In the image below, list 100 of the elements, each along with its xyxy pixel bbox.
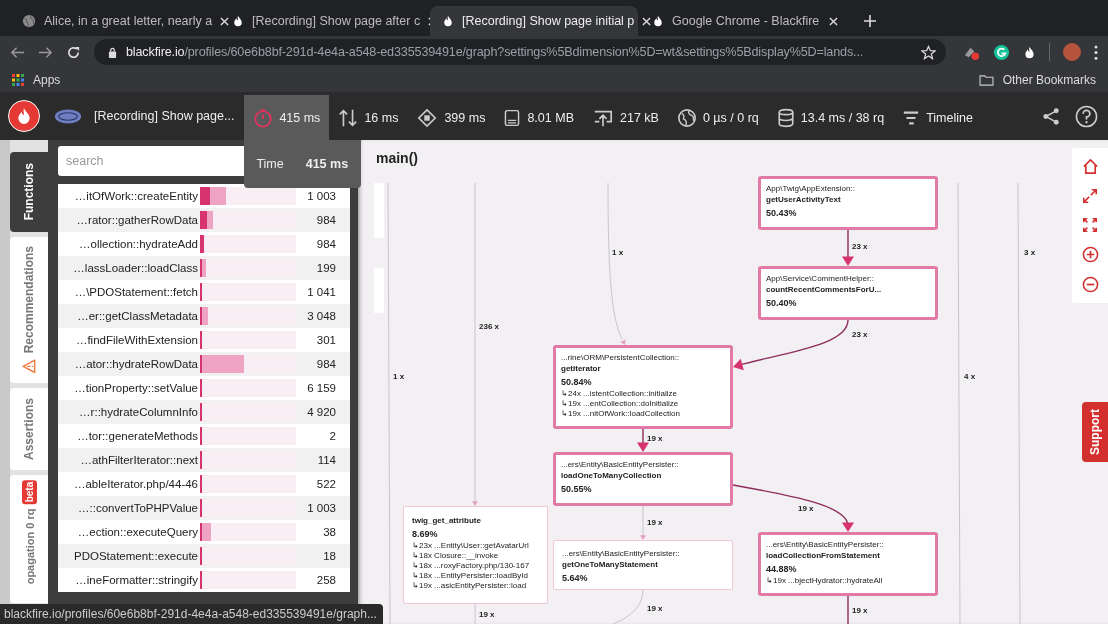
function-name: …ineFormatter::stringify	[74, 574, 199, 586]
time-percent: 50.43%	[766, 208, 798, 219]
function-row[interactable]: …ollection::hydrateAdd 984	[58, 232, 350, 256]
function-name: …athFilterIterator::next	[79, 454, 199, 466]
close-icon[interactable]	[220, 16, 230, 26]
function-name: …::convertToPHPValue	[77, 502, 199, 514]
function-row[interactable]: …r::hydrateColumnInfo 4 920	[58, 400, 350, 424]
zoom-out-icon[interactable]	[1081, 276, 1099, 293]
memory-icon	[503, 107, 522, 128]
metric-tab[interactable]: 0 µs / 0 rq	[667, 95, 768, 140]
beta-badge: beta	[21, 480, 37, 505]
call-graph-node[interactable]: ...ers\Entity\BasicEntityPersister:: getOneToManyStatement 5.64%	[553, 540, 733, 590]
function-row[interactable]: …ator::hydrateRowData 984	[58, 352, 350, 376]
metric-tab[interactable]: 8.01 MB	[494, 95, 583, 140]
call-graph-node[interactable]: twig_get_attribute 8.69% ↳23x ...Entity\User::getAvatarUrl ↳18x Closure::__invoke ↳18x ...roxyFactory.php/130-167 ↳18x ...EntityPersister::loadById ↳19x ...asicEntityPersister::load	[403, 506, 548, 604]
browser-tab[interactable]: [Recording] Show page after c	[220, 6, 428, 36]
function-row[interactable]: …lassLoader::loadClass 199	[58, 256, 350, 280]
plus-icon[interactable]	[864, 15, 876, 27]
function-name: twig_get_attribute	[412, 516, 482, 526]
zoom-in-icon[interactable]	[1081, 246, 1099, 263]
other-bookmarks[interactable]: Other Bookmarks	[978, 73, 1096, 87]
star-icon[interactable]	[921, 44, 936, 60]
function-name: loadOneToManyCollection	[561, 471, 663, 481]
metric-tab[interactable]: 13.4 ms / 38 rq	[767, 95, 894, 140]
call-count-label: 19 x	[479, 610, 495, 620]
function-name: …lassLoader::loadClass	[72, 262, 199, 274]
callee-line: ↳24x ...istentCollection::initialize	[561, 389, 678, 399]
function-row[interactable]: …ineFormatter::stringify 258	[58, 568, 350, 592]
call-count: 6 159	[306, 382, 337, 394]
function-row[interactable]: …findFileWithExtension 301	[58, 328, 350, 352]
function-row[interactable]: …tionProperty::setValue 6 159	[58, 376, 350, 400]
function-row[interactable]: …rator::gatherRowData 984	[58, 208, 350, 232]
menu-icon[interactable]	[1094, 44, 1098, 60]
call-edge	[842, 229, 854, 266]
call-count: 199	[315, 262, 337, 274]
side-tab[interactable]: Assertions	[10, 388, 48, 470]
function-row[interactable]: …ection::executeQuery 38	[58, 520, 350, 544]
metric-tab[interactable]: 16 ms	[329, 95, 408, 140]
call-count-label: 19 x	[647, 518, 663, 528]
metric-tab[interactable]: 399 ms	[407, 95, 495, 140]
extension-icon[interactable]	[993, 43, 1010, 61]
help-icon[interactable]	[1075, 104, 1098, 128]
function-row[interactable]: …athFilterIterator::next 114	[58, 448, 350, 472]
close-icon[interactable]	[829, 16, 838, 26]
support-button[interactable]: Support	[1082, 402, 1108, 462]
function-row[interactable]: …ableIterator.php/44-46 522	[58, 472, 350, 496]
tooltip-label: Time	[256, 157, 284, 171]
apps-bookmark[interactable]: Apps	[12, 73, 61, 87]
graph-title: main()	[375, 149, 419, 166]
function-row[interactable]: …::convertToPHPValue 1 003	[58, 496, 350, 520]
globe-icon	[676, 107, 697, 128]
reload-icon[interactable]	[66, 44, 81, 60]
url-path: /profiles/60e6b8bf-291d-4e4a-a548-ed335539491e/graph?settings%5Bdimension%5D=wt&settings%5Bdisplay%5D=lands...	[184, 45, 864, 59]
flame-logo[interactable]	[8, 100, 40, 132]
function-row[interactable]: …tor::generateMethods 2	[58, 424, 350, 448]
apps-grid-icon	[12, 74, 24, 86]
metric-tab[interactable]: 217 kB	[583, 95, 668, 140]
call-graph-node[interactable]: App\Service\CommentHelper:: countRecentCommentsForU... 50.40%	[758, 266, 938, 320]
call-count-label: 3 x	[1024, 248, 1036, 258]
expand-icon[interactable]	[1082, 188, 1098, 204]
function-name: …tionProperty::setValue	[73, 382, 199, 394]
function-name: …rator::gatherRowData	[75, 214, 199, 226]
function-row[interactable]: PDOStatement::execute 18	[58, 544, 350, 568]
browser-tab[interactable]: Alice, in a great letter, nearly a	[10, 6, 218, 36]
flame-icon	[652, 14, 664, 28]
call-graph-node[interactable]: ...ers\Entity\BasicEntityPersister:: loadOneToManyCollection 50.55%	[553, 452, 733, 506]
stopwatch-icon	[253, 107, 274, 128]
browser-tab[interactable]: Google Chrome - Blackfire	[640, 6, 848, 36]
side-tab[interactable]: opagation 0 rq beta	[10, 475, 48, 603]
address-bar[interactable]: blackfire.io/profiles/60e6b8bf-291d-4e4a-a548-ed335539491e/graph?settings%5Bdimension%5D=wt&settings%5Bdisplay%5D=lands...	[94, 39, 946, 65]
function-name: …\PDOStatement::fetch	[73, 286, 199, 298]
function-row[interactable]: …er::getClassMetadata 3 048	[58, 304, 350, 328]
call-count: 4 920	[306, 406, 337, 418]
call-graph-node[interactable]: ...ers\Entity\BasicEntityPersister:: loadCollectionFromStatement 44.88% ↳19x ...bjectHydrator::hydrateAll	[758, 532, 938, 596]
close-icon[interactable]	[642, 16, 652, 26]
function-name: …findFileWithExtension	[74, 334, 199, 346]
call-count-label: 19 x	[647, 434, 663, 444]
function-name: getIterator	[561, 364, 602, 374]
call-count: 3 048	[306, 310, 337, 322]
share-icon[interactable]	[1042, 106, 1061, 126]
call-graph-node[interactable]: App\Twig\AppExtension:: getUserActivityText 50.43%	[758, 176, 938, 230]
profile-title: [Recording] Show page...	[94, 109, 235, 123]
side-tab[interactable]: Functions	[10, 152, 48, 232]
call-graph-node[interactable]: ...rine\ORM\PersistentCollection:: getIterator 50.84% ↳24x ...istentCollection::initialize ↳19x ...entCollection::doInitialize ↳19x ...nitOfWork::loadCollection	[553, 345, 733, 429]
flame-icon	[232, 14, 244, 28]
function-name: …ollection::hydrateAdd	[78, 238, 199, 250]
call-count-label: 1 x	[393, 372, 405, 382]
side-tab[interactable]: Recommendations	[10, 237, 48, 383]
callee-line: ↳18x Closure::__invoke	[412, 551, 500, 561]
call-count: 984	[315, 358, 337, 370]
function-row[interactable]: …itOfWork::createEntity 1 003	[58, 184, 350, 208]
fit-to-screen-icon[interactable]	[1082, 217, 1098, 233]
time-percent: 5.64%	[562, 573, 589, 584]
home-icon[interactable]	[1081, 158, 1099, 175]
metric-tab[interactable]: Timeline	[893, 95, 982, 140]
function-name: …itOfWork::createEntity	[73, 190, 199, 202]
function-row[interactable]: …\PDOStatement::fetch 1 041	[58, 280, 350, 304]
flame-icon[interactable]	[1023, 44, 1036, 60]
call-count-label: 19 x	[647, 604, 663, 614]
profile-avatar[interactable]	[1063, 43, 1081, 61]
